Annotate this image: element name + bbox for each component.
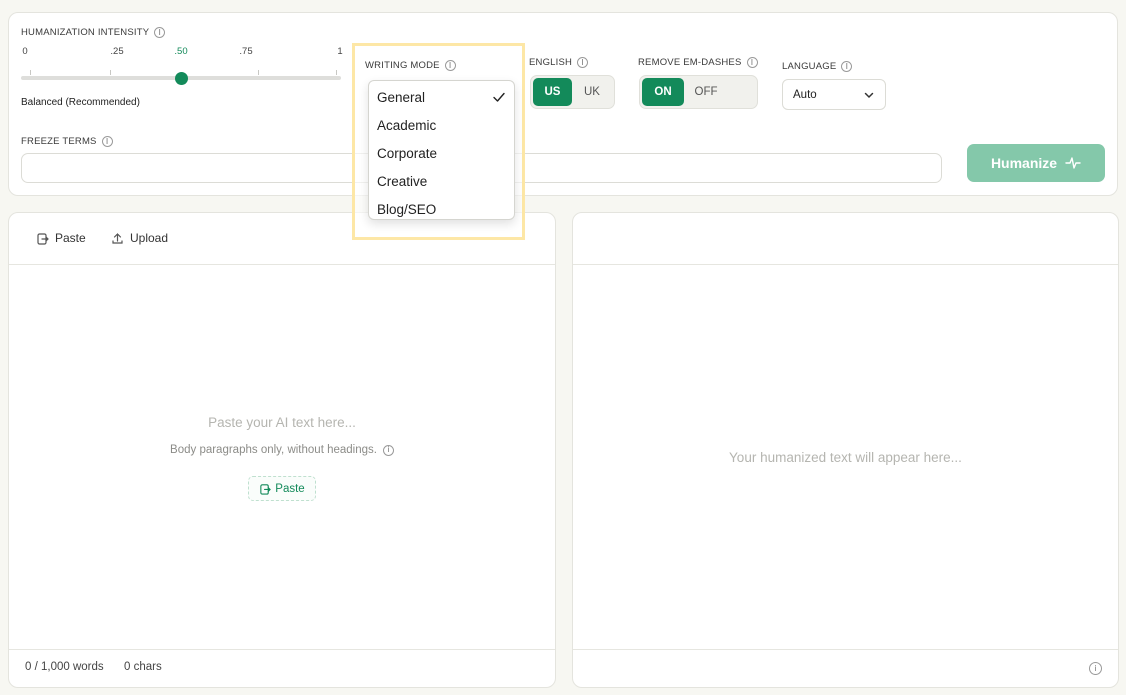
tick-label-75: .75 bbox=[239, 46, 253, 57]
freeze-label-text: FREEZE TERMS bbox=[21, 136, 97, 147]
intensity-caption: Balanced (Recommended) bbox=[21, 97, 140, 108]
paste-header-label: Paste bbox=[55, 231, 86, 245]
intensity-label-text: HUMANIZATION INTENSITY bbox=[21, 27, 150, 38]
settings-card: HUMANIZATION INTENSITY i 0 .25 .50 .75 1… bbox=[8, 12, 1118, 196]
info-icon[interactable]: i bbox=[841, 61, 853, 72]
checkmark-icon bbox=[493, 92, 505, 102]
slider-tick bbox=[336, 70, 337, 75]
language-label: LANGUAGE i bbox=[782, 61, 853, 72]
option-label: Academic bbox=[377, 117, 437, 133]
english-toggle: US UK bbox=[530, 75, 615, 109]
em-dashes-label-text: REMOVE EM-DASHES bbox=[638, 57, 742, 68]
language-select[interactable]: Auto bbox=[782, 79, 886, 110]
writing-mode-dropdown: General Academic Corporate Creative Blog… bbox=[368, 80, 515, 220]
freeze-label: FREEZE TERMS i bbox=[21, 136, 113, 147]
pulse-icon bbox=[1065, 157, 1081, 169]
english-label-text: ENGLISH bbox=[529, 57, 573, 68]
output-panel: Your humanized text will appear here... … bbox=[572, 212, 1119, 688]
language-value: Auto bbox=[793, 88, 817, 101]
em-dashes-toggle: ON OFF bbox=[639, 75, 758, 109]
input-panel-footer: 0 / 1,000 words 0 chars bbox=[9, 649, 555, 687]
info-icon[interactable]: i bbox=[101, 136, 113, 147]
tick-label-0: 0 bbox=[22, 46, 28, 57]
clipboard-icon bbox=[260, 483, 272, 495]
upload-label: Upload bbox=[130, 231, 169, 245]
info-icon[interactable]: i bbox=[577, 57, 589, 68]
tick-label-50: .50 bbox=[174, 46, 188, 57]
em-dashes-off-option[interactable]: OFF bbox=[684, 78, 728, 106]
word-count: 0 / 1,000 words bbox=[25, 661, 104, 673]
english-uk-option[interactable]: UK bbox=[572, 78, 612, 106]
info-icon[interactable]: i bbox=[746, 57, 758, 68]
em-dashes-on-option[interactable]: ON bbox=[642, 78, 684, 106]
output-placeholder: Your humanized text will appear here... bbox=[729, 450, 962, 465]
tick-label-1: 1 bbox=[337, 46, 343, 57]
input-hint: Body paragraphs only, without headings. … bbox=[9, 444, 555, 456]
em-dashes-label: REMOVE EM-DASHES i bbox=[638, 57, 758, 68]
upload-button[interactable]: Upload bbox=[111, 231, 168, 245]
input-panel: Paste Upload Paste your AI text here... … bbox=[8, 212, 556, 688]
writing-mode-option-blog-seo[interactable]: Blog/SEO bbox=[369, 195, 514, 223]
info-icon[interactable]: i bbox=[154, 27, 166, 38]
info-icon[interactable]: i bbox=[382, 444, 394, 456]
upload-icon bbox=[112, 232, 123, 244]
option-label: General bbox=[377, 89, 426, 105]
writing-mode-option-corporate[interactable]: Corporate bbox=[369, 139, 514, 167]
language-label-text: LANGUAGE bbox=[782, 61, 837, 72]
clipboard-icon bbox=[37, 232, 49, 245]
writing-mode-label: WRITING MODE i bbox=[365, 60, 456, 71]
intensity-slider-thumb[interactable] bbox=[175, 72, 188, 85]
paste-header-button[interactable]: Paste bbox=[36, 231, 86, 245]
paste-center-button[interactable]: Paste bbox=[248, 476, 316, 501]
option-label: Corporate bbox=[377, 145, 438, 161]
output-panel-header bbox=[573, 213, 1118, 265]
humanize-button[interactable]: Humanize bbox=[967, 144, 1105, 182]
chevron-down-icon bbox=[864, 92, 874, 98]
slider-tick bbox=[30, 70, 31, 75]
tick-label-25: .25 bbox=[110, 46, 124, 57]
slider-tick bbox=[110, 70, 111, 75]
english-us-option[interactable]: US bbox=[533, 78, 572, 106]
intensity-label: HUMANIZATION INTENSITY i bbox=[21, 27, 166, 38]
char-count: 0 chars bbox=[124, 661, 162, 673]
info-icon[interactable]: i bbox=[444, 60, 456, 71]
input-placeholder: Paste your AI text here... bbox=[208, 415, 356, 430]
english-label: ENGLISH i bbox=[529, 57, 589, 68]
option-label: Blog/SEO bbox=[377, 201, 437, 217]
output-panel-footer: i bbox=[573, 649, 1118, 687]
option-label: Creative bbox=[377, 173, 428, 189]
info-icon[interactable]: i bbox=[1089, 662, 1102, 675]
writing-mode-option-academic[interactable]: Academic bbox=[369, 111, 514, 139]
paste-center-label: Paste bbox=[275, 482, 305, 495]
input-hint-text: Body paragraphs only, without headings. bbox=[170, 444, 377, 456]
writing-mode-option-general[interactable]: General bbox=[369, 83, 514, 111]
humanize-button-label: Humanize bbox=[990, 155, 1058, 171]
writing-mode-option-creative[interactable]: Creative bbox=[369, 167, 514, 195]
slider-tick bbox=[258, 70, 259, 75]
writing-mode-label-text: WRITING MODE bbox=[365, 60, 440, 71]
